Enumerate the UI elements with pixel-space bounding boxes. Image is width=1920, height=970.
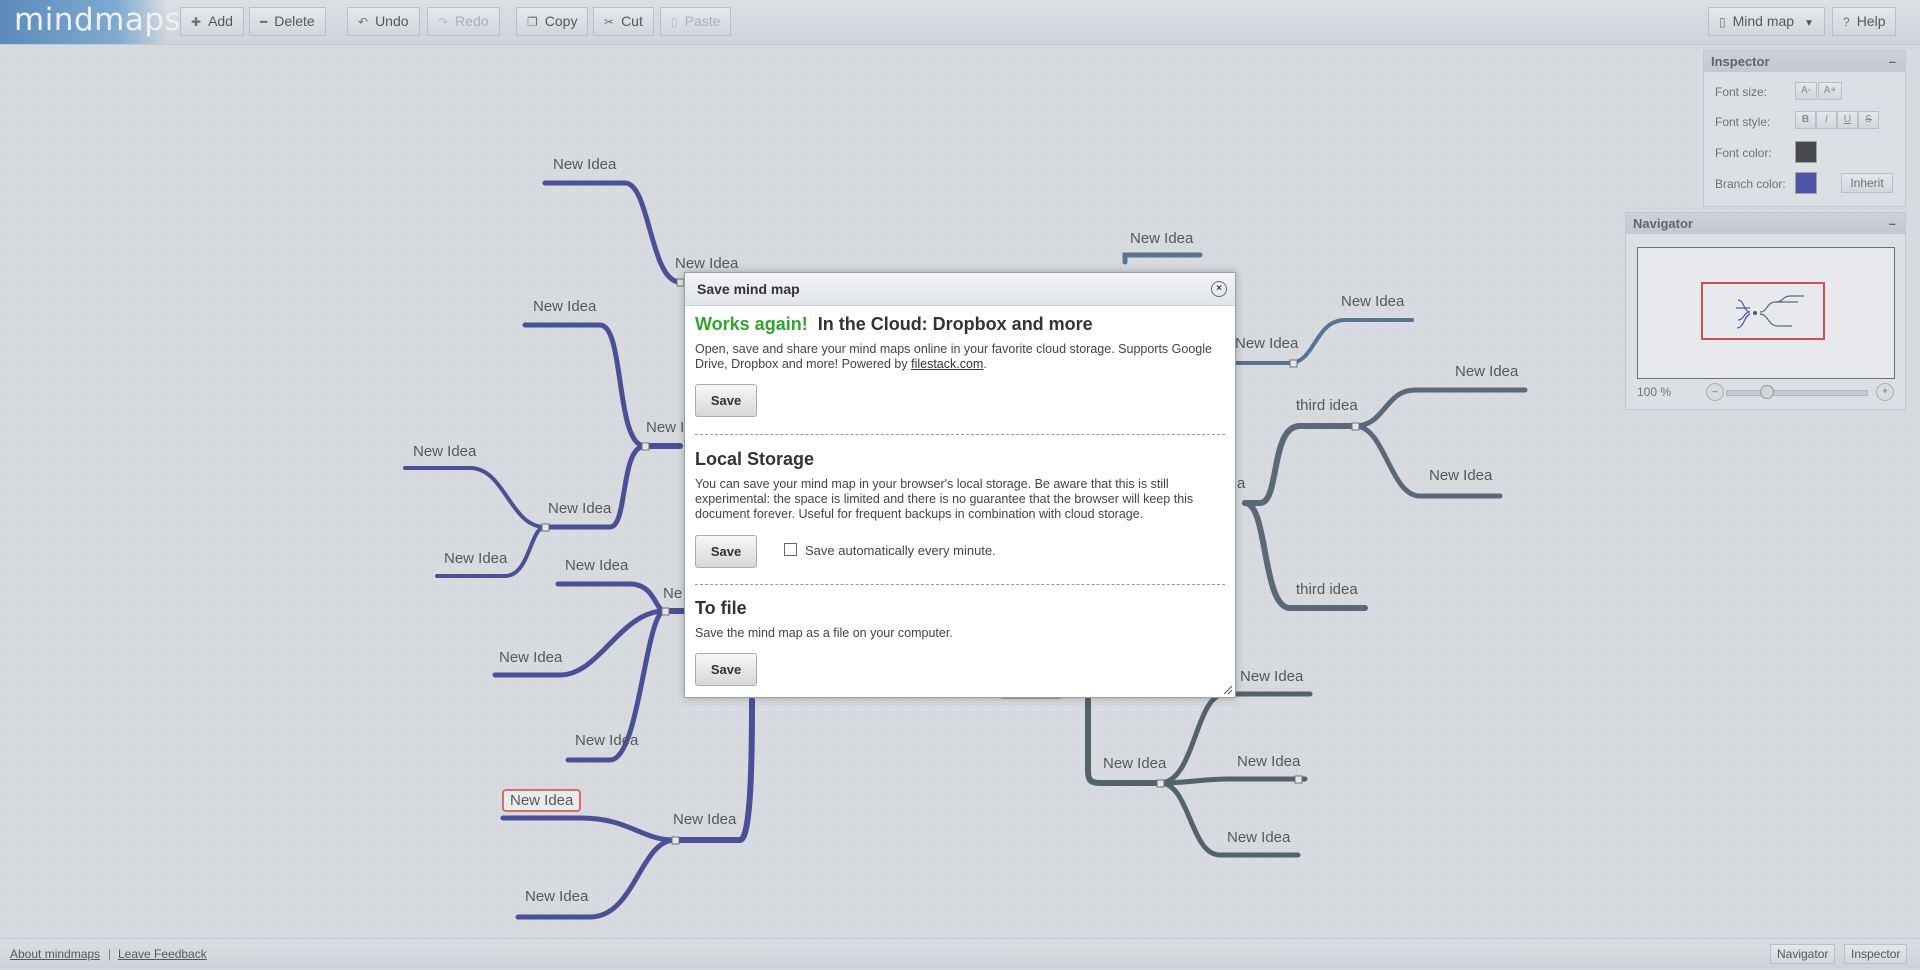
to-file-title: To file <box>695 598 747 618</box>
works-again-label: Works again! <box>695 314 808 334</box>
cloud-save-button[interactable]: Save <box>695 384 757 417</box>
filestack-link[interactable]: filestack.com <box>911 357 983 371</box>
local-save-button[interactable]: Save <box>695 535 757 568</box>
dialog-header: Save mind map × <box>685 273 1235 306</box>
cloud-section-title: Works again! In the Cloud: Dropbox and mo… <box>695 314 1093 334</box>
divider <box>695 584 1225 585</box>
local-storage-description: You can save your mind map in your brows… <box>695 477 1194 521</box>
resize-handle-icon[interactable] <box>1223 685 1233 695</box>
dialog-title: Save mind map <box>697 281 800 297</box>
close-icon[interactable]: × <box>1211 281 1227 297</box>
checkbox-box[interactable] <box>784 543 797 556</box>
save-dialog: Save mind map × Works again! In the Cloud… <box>684 272 1236 698</box>
to-file-description: Save the mind map as a file on your comp… <box>695 626 953 640</box>
cloud-description: Open, save and share your mind maps onli… <box>695 342 1212 371</box>
local-storage-title: Local Storage <box>695 449 815 469</box>
divider <box>695 434 1225 435</box>
autosave-checkbox[interactable]: Save automatically every minute. <box>784 543 996 558</box>
file-save-button[interactable]: Save <box>695 653 757 686</box>
